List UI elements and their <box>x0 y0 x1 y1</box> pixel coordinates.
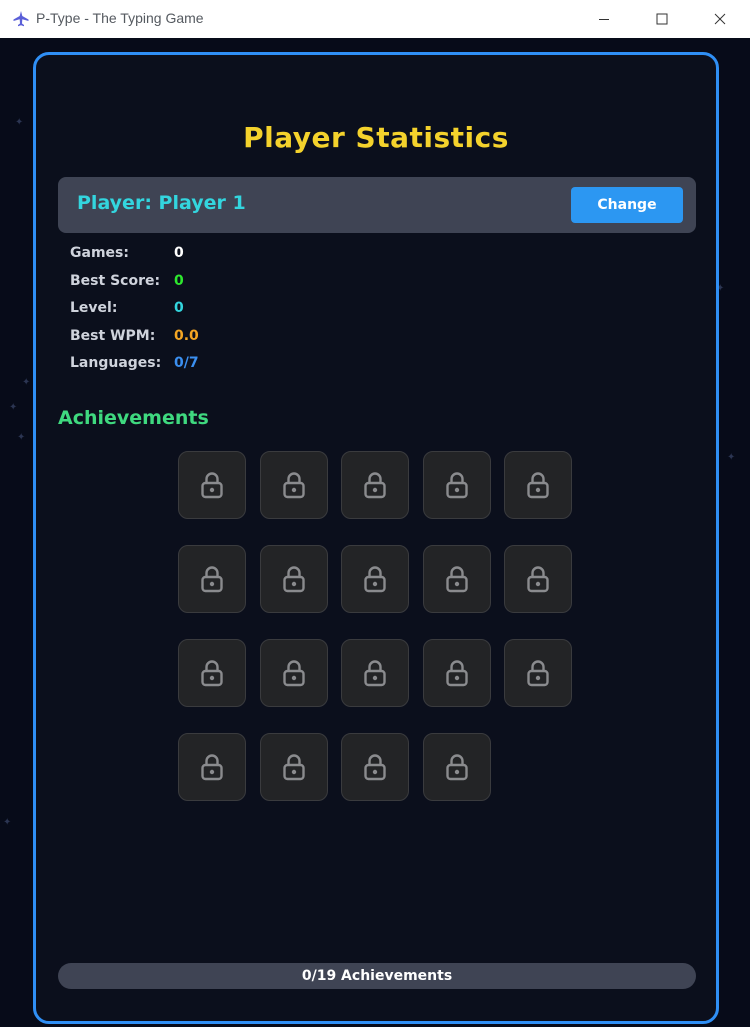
achievement-tile[interactable] <box>504 545 572 613</box>
achievement-tile[interactable] <box>422 639 491 707</box>
achievement-tile[interactable] <box>341 733 409 801</box>
lock-icon <box>444 564 470 594</box>
close-button[interactable] <box>697 0 743 38</box>
lock-icon <box>362 752 388 782</box>
lock-icon <box>525 564 551 594</box>
lock-icon <box>199 658 225 688</box>
achievement-tile[interactable] <box>178 639 246 707</box>
lock-icon <box>444 658 470 688</box>
stat-row-best-wpm: Best WPM: 0.0 <box>70 328 370 356</box>
lock-icon <box>444 470 470 500</box>
window-title: P-Type - The Typing Game <box>36 10 204 26</box>
stat-value: 0 <box>174 300 184 316</box>
achievement-tile[interactable] <box>341 545 409 613</box>
close-icon <box>714 13 726 25</box>
stats-list: Games: 0 Best Score: 0 Level: 0 Best WPM… <box>70 245 370 383</box>
stat-label: Best WPM: <box>70 327 156 344</box>
lock-icon <box>281 470 307 500</box>
lock-icon <box>525 470 551 500</box>
stat-row-best-score: Best Score: 0 <box>70 273 370 301</box>
lock-icon <box>281 752 307 782</box>
minimize-button[interactable] <box>581 0 627 38</box>
star-icon: ✦ <box>17 432 26 443</box>
stat-value: 0 <box>174 272 184 289</box>
lock-icon <box>199 564 225 594</box>
stat-row-languages: Languages: 0/7 <box>70 355 370 383</box>
page-title: Player Statistics <box>243 121 509 154</box>
lock-icon <box>525 658 551 688</box>
stat-label: Level: <box>70 300 118 316</box>
maximize-button[interactable] <box>639 0 685 38</box>
stat-row-games: Games: 0 <box>70 245 370 273</box>
stat-row-level: Level: 0 <box>70 300 370 328</box>
achievement-tile[interactable] <box>178 545 246 613</box>
achievement-tile[interactable] <box>259 733 328 801</box>
achievement-tile[interactable] <box>422 451 491 519</box>
lock-icon <box>281 564 307 594</box>
star-icon: ✦ <box>15 117 24 128</box>
stat-label: Games: <box>70 245 129 261</box>
stat-value: 0/7 <box>174 355 199 371</box>
achievements-heading: Achievements <box>58 407 209 429</box>
achievements-grid <box>178 451 578 801</box>
star-icon: ✦ <box>22 377 31 388</box>
star-icon: ✦ <box>3 817 12 828</box>
achievement-tile[interactable] <box>259 639 328 707</box>
airplane-icon <box>13 11 29 27</box>
lock-icon <box>281 658 307 688</box>
stat-label: Languages: <box>70 355 162 371</box>
lock-icon <box>362 470 388 500</box>
achievement-tile[interactable] <box>504 451 572 519</box>
statistics-panel: Player Statistics Player: Player 1 Chang… <box>33 52 719 1024</box>
stat-value: 0 <box>174 245 184 261</box>
progress-text: 0/19 Achievements <box>301 968 453 984</box>
change-player-button[interactable]: Change <box>571 187 683 223</box>
window-titlebar: P-Type - The Typing Game <box>0 0 750 38</box>
player-name: Player: Player 1 <box>77 192 246 214</box>
stat-label: Best Score: <box>70 272 161 289</box>
player-bar: Player: Player 1 Change <box>58 177 696 233</box>
lock-icon <box>199 470 225 500</box>
lock-icon <box>199 752 225 782</box>
lock-icon <box>444 752 470 782</box>
achievement-tile[interactable] <box>341 451 409 519</box>
achievement-tile[interactable] <box>422 545 491 613</box>
lock-icon <box>362 658 388 688</box>
star-icon: ✦ <box>727 452 736 463</box>
star-icon: ✦ <box>9 402 18 413</box>
lock-icon <box>362 564 388 594</box>
achievement-tile[interactable] <box>422 733 491 801</box>
achievement-tile[interactable] <box>178 733 246 801</box>
achievement-tile[interactable] <box>259 451 328 519</box>
achievement-tile[interactable] <box>504 639 572 707</box>
achievement-tile[interactable] <box>259 545 328 613</box>
minimize-icon <box>599 19 609 20</box>
achievements-progress: 0/19 Achievements <box>58 963 696 989</box>
game-area: ✦ ✦ ✦ ✦ ✦ ✦ ✦ Player Statistics Player: … <box>0 38 750 1027</box>
stat-value: 0.0 <box>174 327 199 344</box>
maximize-icon <box>656 13 668 25</box>
achievement-tile[interactable] <box>178 451 246 519</box>
achievement-tile[interactable] <box>341 639 409 707</box>
